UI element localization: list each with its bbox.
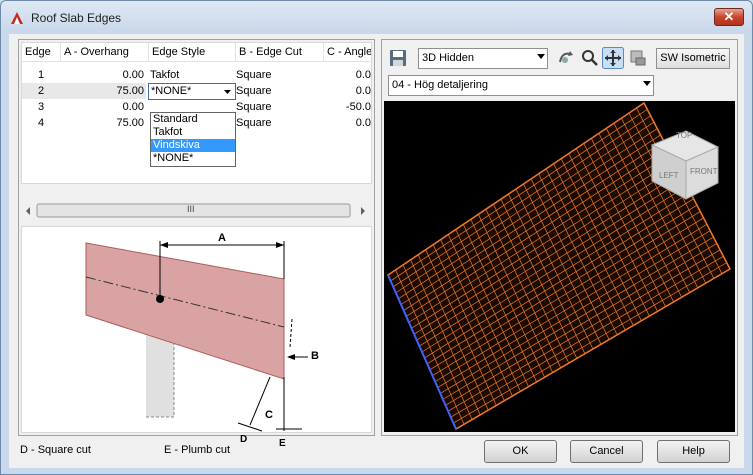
cell-overhang[interactable]: 0.00 bbox=[60, 67, 146, 83]
cell-edge: 4 bbox=[37, 117, 45, 129]
cell-overhang[interactable]: 75.00 bbox=[60, 83, 146, 99]
dialog-window: Roof Slab Edges ✕ Edge A - Overhang Edge… bbox=[0, 0, 753, 475]
viewcube-left-label: LEFT bbox=[659, 171, 679, 180]
dropdown-option[interactable]: Takfot bbox=[151, 126, 235, 139]
chevron-down-icon bbox=[643, 81, 651, 86]
ok-button[interactable]: OK bbox=[484, 440, 557, 463]
autocad-app-icon bbox=[11, 12, 23, 24]
cell-edge-style[interactable]: Takfot bbox=[149, 67, 235, 83]
cancel-button[interactable]: Cancel bbox=[570, 440, 643, 463]
dropdown-option[interactable]: *NONE* bbox=[151, 152, 235, 165]
combobox-value: *NONE* bbox=[151, 85, 192, 97]
zoom-icon[interactable] bbox=[580, 48, 600, 68]
pan-icon[interactable] bbox=[602, 47, 624, 69]
visual-style-select[interactable]: 3D Hidden bbox=[418, 48, 548, 69]
table-row[interactable]: 1 0.00 Takfot Square 0.0 bbox=[22, 67, 371, 83]
chevron-down-icon[interactable] bbox=[221, 85, 234, 98]
edge-diagram-preview: A B C D E bbox=[21, 226, 372, 449]
diagram-label-c: C bbox=[265, 409, 273, 421]
cell-edge-cut[interactable]: Square bbox=[235, 115, 325, 131]
cell-angle[interactable]: 0.0 bbox=[325, 83, 371, 99]
horizontal-scrollbar[interactable] bbox=[21, 203, 370, 219]
diagram-label-a: A bbox=[218, 232, 226, 244]
edges-grid[interactable]: Edge A - Overhang Edge Style B - Edge Cu… bbox=[21, 42, 372, 184]
view-settings-icon[interactable] bbox=[628, 48, 648, 68]
table-row-selected[interactable]: 2 75.00 *NONE* Square 0.0 bbox=[22, 83, 371, 100]
dropdown-option[interactable]: Standard bbox=[151, 113, 235, 126]
cell-angle[interactable]: 0.0 bbox=[325, 67, 371, 83]
sw-isometric-button[interactable]: SW Isometric bbox=[656, 48, 730, 69]
cell-edge: 3 bbox=[37, 101, 45, 113]
cell-overhang[interactable]: 75.00 bbox=[60, 115, 146, 131]
cell-edge-cut[interactable]: Square bbox=[235, 67, 325, 83]
viewcube-front-label: FRONT bbox=[690, 167, 718, 176]
close-button[interactable]: ✕ bbox=[714, 8, 744, 26]
close-icon: ✕ bbox=[723, 9, 735, 24]
dialog-client-area: Edge A - Overhang Edge Style B - Edge Cu… bbox=[9, 34, 744, 468]
cell-overhang[interactable]: 0.00 bbox=[60, 99, 146, 115]
diagram-label-d: D bbox=[240, 434, 248, 445]
title-bar[interactable]: Roof Slab Edges ✕ bbox=[1, 1, 752, 33]
header-edge-style[interactable]: Edge Style bbox=[149, 43, 236, 62]
scrollbar-grip[interactable]: III bbox=[187, 204, 195, 214]
grid-header: Edge A - Overhang Edge Style B - Edge Cu… bbox=[22, 43, 371, 63]
cell-edge-cut[interactable]: Square bbox=[235, 83, 325, 99]
preview-panel: 3D Hidden SW Isometric 04 - Hög detaljer… bbox=[381, 39, 738, 436]
cell-angle[interactable]: 0.0 bbox=[325, 115, 371, 131]
orbit-icon[interactable] bbox=[556, 48, 576, 68]
header-edge[interactable]: Edge bbox=[22, 43, 61, 62]
diagram-label-b: B bbox=[311, 350, 319, 362]
visual-style-value: 3D Hidden bbox=[422, 52, 474, 64]
edges-panel: Edge A - Overhang Edge Style B - Edge Cu… bbox=[18, 39, 375, 449]
3d-preview-viewport[interactable]: TOP LEFT FRONT bbox=[384, 101, 735, 432]
diagram-label-e: E bbox=[279, 438, 286, 449]
header-angle[interactable]: C - Angle bbox=[324, 43, 371, 62]
edge-diagram bbox=[85, 241, 308, 432]
cell-edge: 1 bbox=[37, 69, 45, 81]
header-overhang[interactable]: A - Overhang bbox=[61, 43, 149, 62]
save-icon[interactable] bbox=[388, 48, 408, 68]
viewcube-top-label: TOP bbox=[676, 131, 693, 140]
dropdown-option-highlighted[interactable]: Vindskiva bbox=[151, 139, 235, 152]
edge-style-combobox[interactable]: *NONE* bbox=[148, 83, 236, 100]
chevron-down-icon bbox=[537, 54, 545, 59]
header-edge-cut[interactable]: B - Edge Cut bbox=[236, 43, 324, 62]
detail-level-select[interactable]: 04 - Hög detaljering bbox=[388, 75, 654, 96]
detail-level-value: 04 - Hög detaljering bbox=[392, 79, 489, 91]
edge-style-dropdown-list[interactable]: Standard Takfot Vindskiva *NONE* bbox=[150, 112, 236, 167]
cell-edge: 2 bbox=[22, 83, 60, 99]
legend-plumb-cut: E - Plumb cut bbox=[164, 444, 231, 456]
cell-edge-cut[interactable]: Square bbox=[235, 99, 325, 115]
window-title: Roof Slab Edges bbox=[31, 11, 122, 25]
legend-square-cut: D - Square cut bbox=[20, 444, 91, 456]
cell-angle[interactable]: -50.0 bbox=[325, 99, 371, 115]
help-button[interactable]: Help bbox=[657, 440, 730, 463]
